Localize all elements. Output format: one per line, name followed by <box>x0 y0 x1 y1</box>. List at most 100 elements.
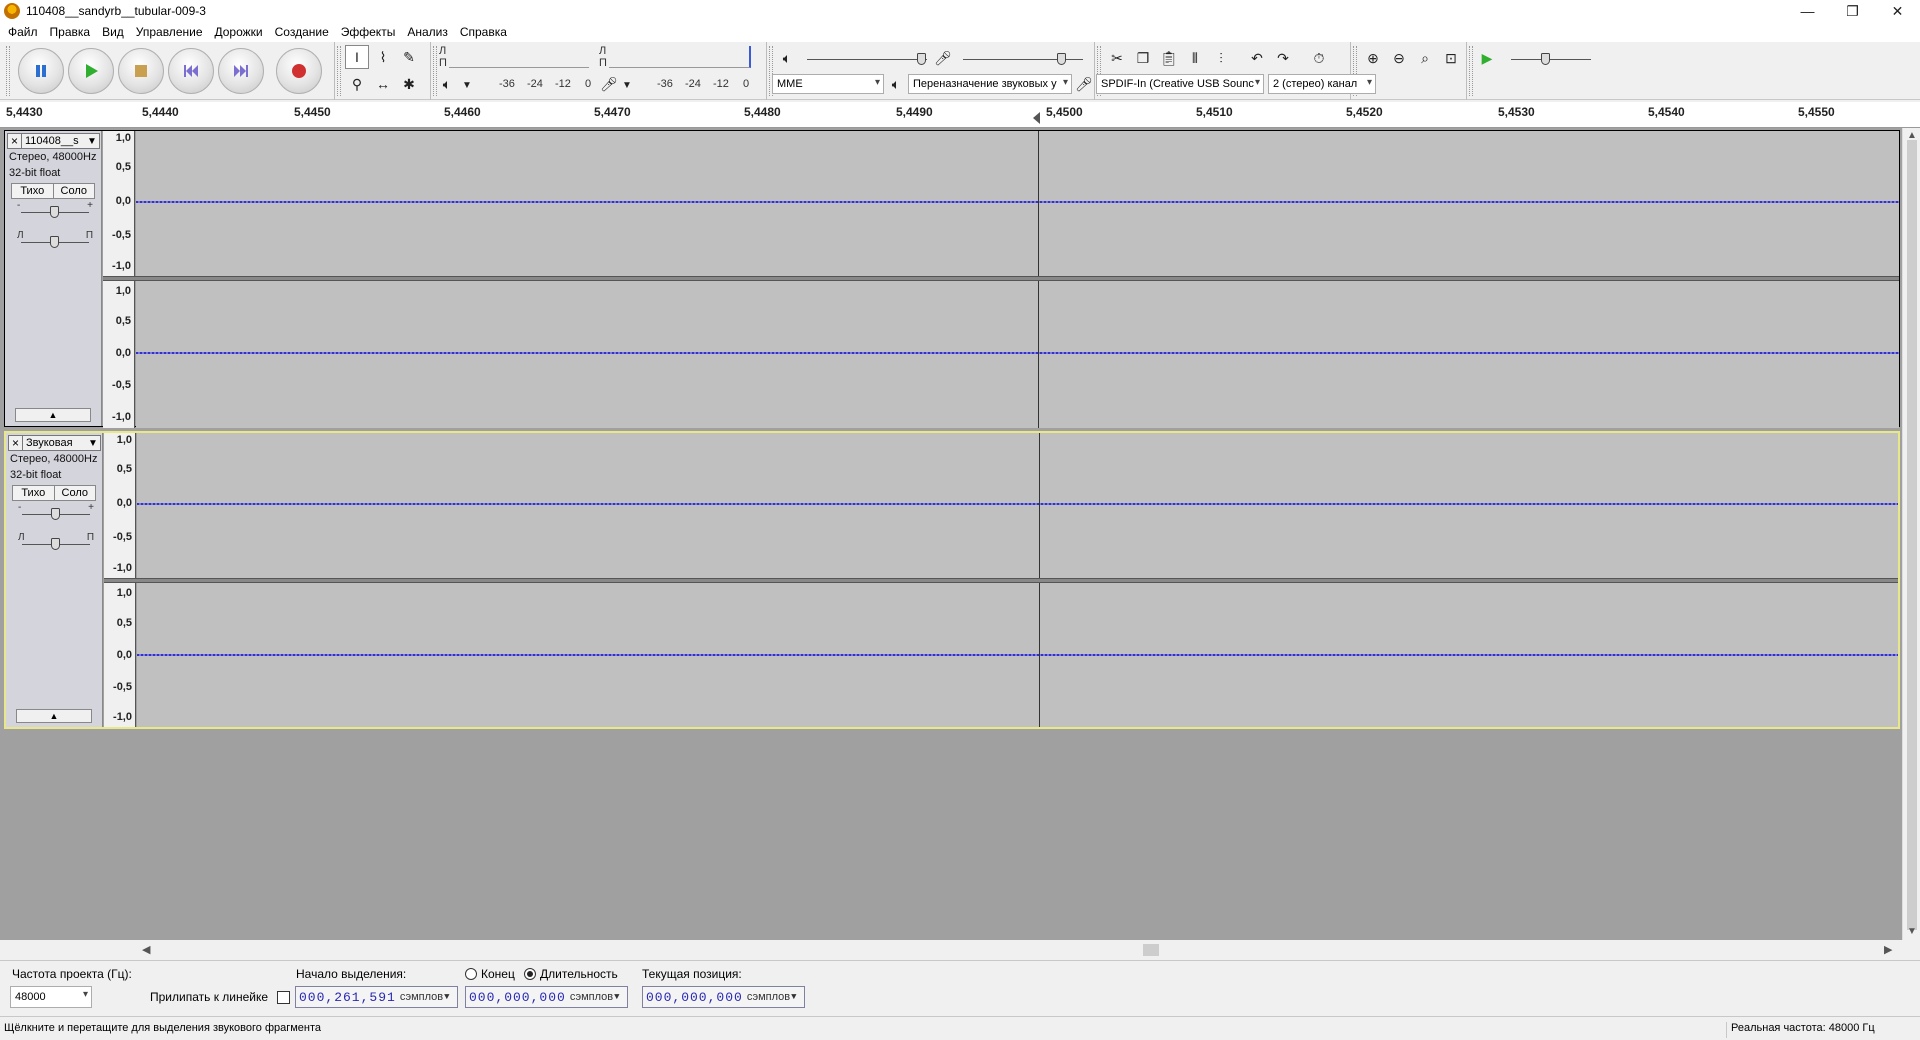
menu-generate[interactable]: Создание <box>275 25 329 39</box>
waveform-left-channel[interactable] <box>137 433 1898 578</box>
track-close-button[interactable]: × <box>9 436 23 450</box>
tools-toolbar-grip[interactable] <box>337 46 341 96</box>
horizontal-scroll-thumb[interactable] <box>1143 944 1159 956</box>
close-button[interactable]: ✕ <box>1875 0 1920 22</box>
rec-meter-menu-icon[interactable]: ▼ <box>615 73 639 97</box>
pause-button[interactable] <box>18 48 64 94</box>
waveform-right-channel[interactable] <box>137 583 1898 727</box>
undo-icon[interactable]: ↶ <box>1245 46 1269 70</box>
selection-tool-icon[interactable]: I <box>345 45 369 69</box>
solo-button[interactable]: Соло <box>54 486 95 500</box>
vertical-amplitude-ruler[interactable]: 1,0 0,5 0,0 -0,5 -1,0 <box>104 433 136 578</box>
record-button[interactable] <box>276 48 322 94</box>
output-volume-slider[interactable] <box>803 52 931 66</box>
format-menu-icon[interactable]: ▼ <box>791 992 797 1002</box>
scale-label: -1,0 <box>112 260 131 272</box>
waveform-left-channel[interactable] <box>136 131 1899 276</box>
menu-effects[interactable]: Эффекты <box>341 25 396 39</box>
selection-start-timecode[interactable]: 000,261,591 сэмплов ▼ <box>295 986 458 1008</box>
play-at-speed-grip[interactable] <box>1469 46 1473 96</box>
waveform-right-channel[interactable] <box>136 281 1899 428</box>
cut-icon[interactable]: ✂ <box>1105 46 1129 70</box>
sync-lock-icon[interactable]: ⏱ <box>1307 46 1331 70</box>
pan-slider[interactable]: Л П <box>18 532 94 551</box>
paste-icon[interactable]: 📋︎ <box>1157 46 1181 70</box>
audio-track-1[interactable]: × 110408__s ▼ Стерео, 48000Hz 32-bit flo… <box>4 130 1900 428</box>
format-menu-icon[interactable]: ▼ <box>614 992 620 1002</box>
record-meter[interactable] <box>449 46 589 68</box>
output-device-select[interactable]: Переназначение звуковых у ▾ <box>908 74 1072 94</box>
rec-scale-36: -36 <box>657 78 673 90</box>
chevron-down-icon[interactable]: ▼ <box>86 438 100 449</box>
vertical-amplitude-ruler[interactable]: 1,0 0,5 0,0 -0,5 -1,0 <box>103 281 135 428</box>
transport-toolbar-grip[interactable] <box>6 46 10 96</box>
multi-tool-icon[interactable]: ✱ <box>397 72 421 96</box>
play-button[interactable] <box>68 48 114 94</box>
vertical-amplitude-ruler[interactable]: 1,0 0,5 0,0 -0,5 -1,0 <box>104 583 136 727</box>
mute-button[interactable]: Тихо <box>13 486 55 500</box>
input-channels-select[interactable]: 2 (стерео) канал ▾ <box>1268 74 1376 94</box>
gain-slider[interactable]: - + <box>17 200 93 219</box>
zoom-in-icon[interactable]: ⊕ <box>1361 46 1385 70</box>
snap-to-checkbox[interactable] <box>277 991 290 1004</box>
menu-analyze[interactable]: Анализ <box>407 25 448 39</box>
chevron-down-icon[interactable]: ▼ <box>85 136 99 147</box>
input-volume-slider[interactable] <box>959 52 1087 66</box>
fit-project-icon[interactable]: ⊡ <box>1439 46 1463 70</box>
gain-slider[interactable]: - + <box>18 502 94 521</box>
redo-icon[interactable]: ↷ <box>1271 46 1295 70</box>
restore-button[interactable]: ❐ <box>1830 0 1875 22</box>
scroll-down-icon[interactable]: ▼ <box>1907 926 1917 937</box>
minimize-button[interactable]: — <box>1785 0 1830 22</box>
edit-cursor <box>1039 433 1040 578</box>
play-meter-menu-icon[interactable]: ▼ <box>455 73 479 97</box>
scale-label: 1,0 <box>116 434 132 446</box>
end-radio[interactable] <box>465 968 477 980</box>
skip-to-start-button[interactable] <box>168 48 214 94</box>
play-at-speed-icon[interactable]: ▶ <box>1475 46 1499 70</box>
envelope-tool-icon[interactable]: ⌇ <box>371 45 395 69</box>
timeline-ruler[interactable]: 5,4430 5,4440 5,4450 5,4460 5,4470 5,448… <box>0 102 1920 128</box>
menu-view[interactable]: Вид <box>102 25 124 39</box>
vertical-amplitude-ruler[interactable]: 1,0 0,5 0,0 -0,5 -1,0 <box>103 131 135 276</box>
draw-tool-icon[interactable]: ✎ <box>397 45 421 69</box>
scroll-right-icon[interactable]: ▶ <box>1884 943 1892 956</box>
project-rate-select[interactable]: 48000 ▾ <box>10 986 92 1008</box>
input-device-select[interactable]: SPDIF-In (Creative USB Sounc ▾ <box>1096 74 1264 94</box>
collapse-track-button[interactable]: ▲ <box>15 408 91 422</box>
play-speed-slider[interactable] <box>1507 52 1595 66</box>
length-radio[interactable] <box>524 968 536 980</box>
menu-help[interactable]: Справка <box>460 25 507 39</box>
horizontal-scrollbar[interactable]: ◀ ▶ <box>132 941 1902 959</box>
solo-button[interactable]: Соло <box>53 184 94 198</box>
audio-position-timecode[interactable]: 000,000,000 сэмплов ▼ <box>642 986 805 1008</box>
collapse-track-button[interactable]: ▲ <box>16 709 92 723</box>
copy-icon[interactable]: ❐ <box>1131 46 1155 70</box>
vertical-scroll-thumb[interactable] <box>1907 140 1917 930</box>
fit-selection-icon[interactable]: ⌕ <box>1413 46 1437 70</box>
menu-transport[interactable]: Управление <box>136 25 203 39</box>
format-menu-icon[interactable]: ▼ <box>444 992 450 1002</box>
playback-meter[interactable] <box>609 46 751 68</box>
zoom-out-icon[interactable]: ⊖ <box>1387 46 1411 70</box>
mute-button[interactable]: Тихо <box>12 184 54 198</box>
pan-slider[interactable]: Л П <box>17 230 93 249</box>
track-name-menu[interactable]: Звуковая <box>23 437 86 449</box>
audio-track-2[interactable]: × Звуковая ▼ Стерео, 48000Hz 32-bit floa… <box>4 431 1900 729</box>
trim-icon[interactable]: ⫴ <box>1183 46 1207 70</box>
scroll-left-icon[interactable]: ◀ <box>142 943 150 956</box>
track-close-button[interactable]: × <box>8 134 22 148</box>
menu-file[interactable]: Файл <box>8 25 38 39</box>
vertical-scrollbar[interactable]: ▲ ▼ <box>1902 128 1920 940</box>
menu-tracks[interactable]: Дорожки <box>215 25 263 39</box>
time-shift-tool-icon[interactable]: ↔ <box>371 72 395 96</box>
skip-to-end-button[interactable] <box>218 48 264 94</box>
audio-host-select[interactable]: MME ▾ <box>772 74 884 94</box>
silence-icon[interactable]: ⫶ <box>1209 46 1233 70</box>
zoom-tool-icon[interactable]: ⚲ <box>345 72 369 96</box>
menu-edit[interactable]: Правка <box>50 25 91 39</box>
stop-button[interactable] <box>118 48 164 94</box>
selection-length-timecode[interactable]: 000,000,000 сэмплов ▼ <box>465 986 628 1008</box>
track-name-menu[interactable]: 110408__s <box>22 135 85 147</box>
output-volume-icon: 🔈︎ <box>782 49 792 66</box>
